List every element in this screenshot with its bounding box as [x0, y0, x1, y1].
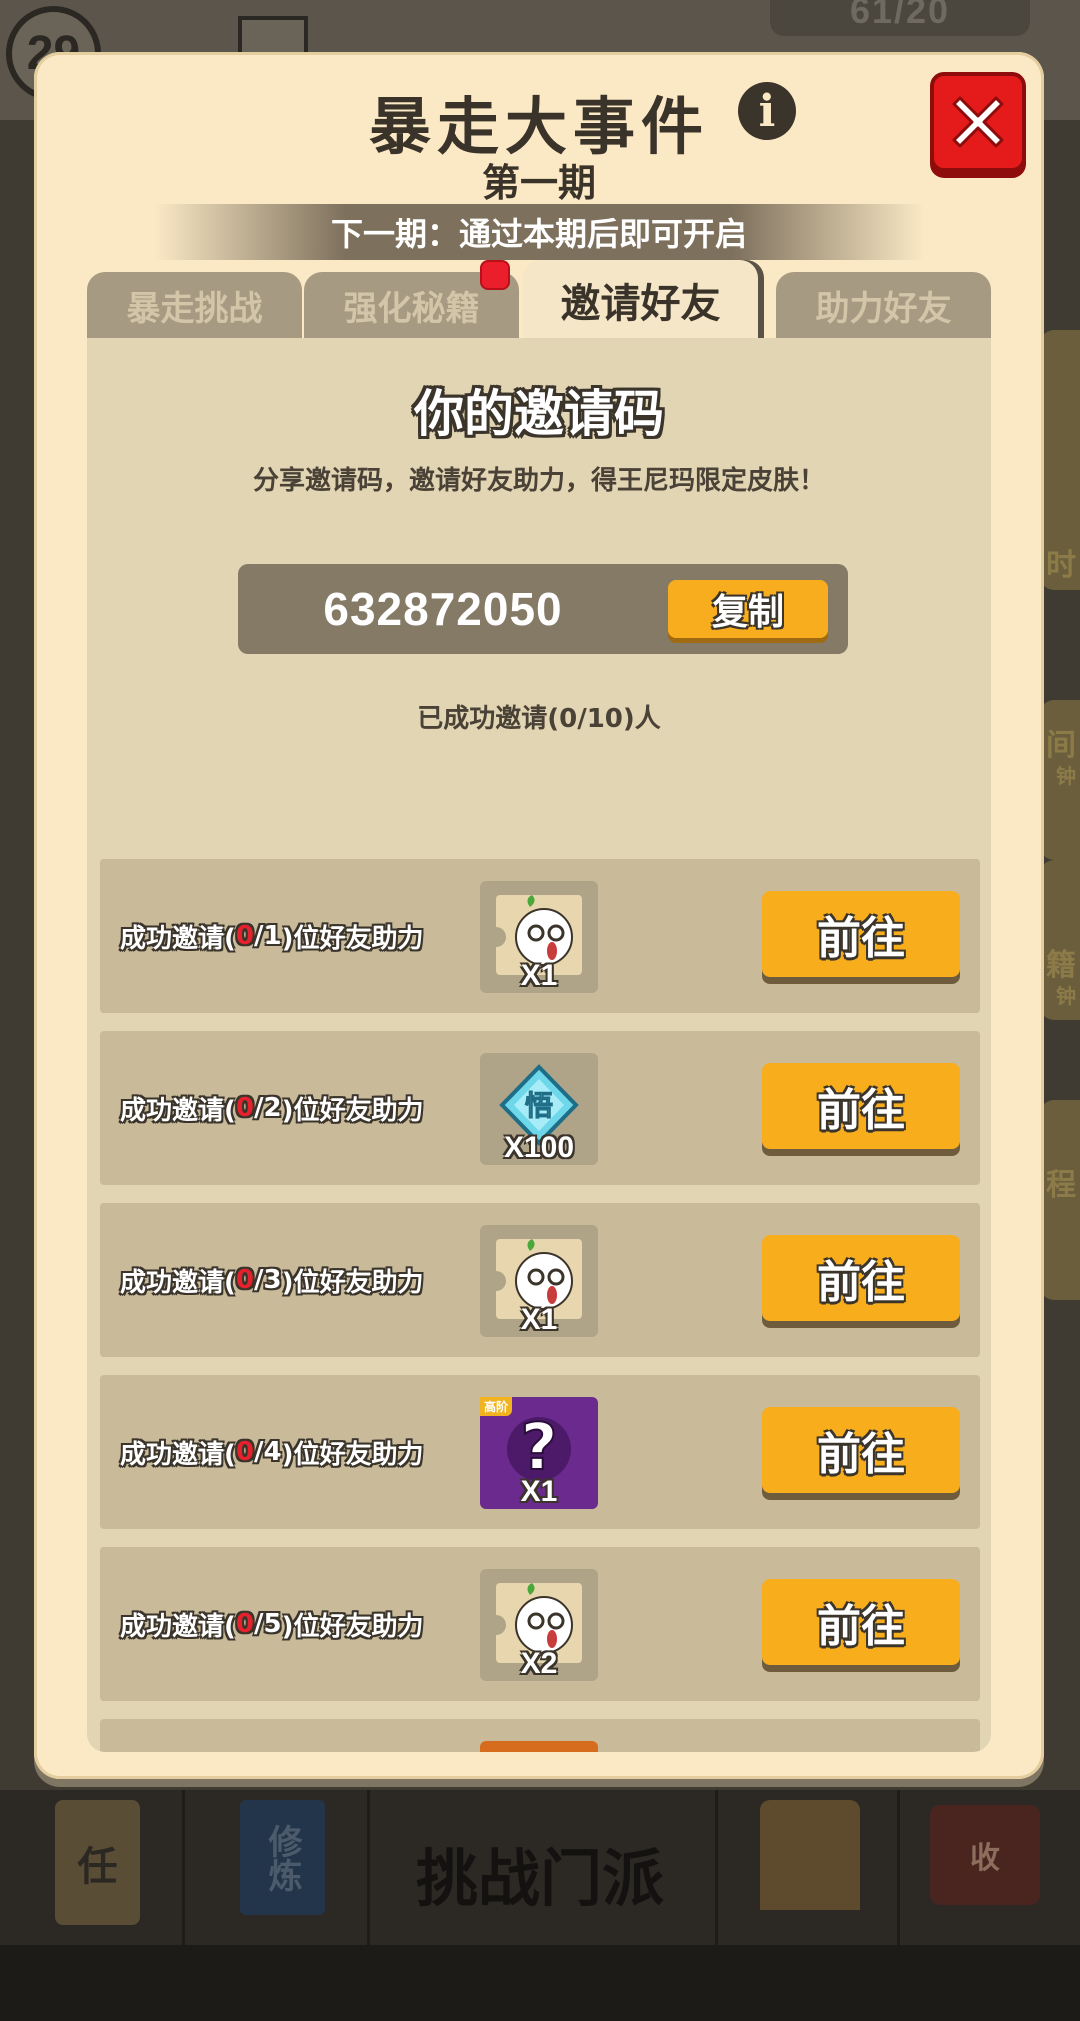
reward-row: 成功邀请(0/3)位好友助力 X1 前往: [100, 1203, 980, 1357]
reward-requirement: 成功邀请(0/5)位好友助力: [120, 1609, 424, 1642]
reward-item[interactable]: X2: [480, 1569, 598, 1681]
reward-row: 成功邀请(0/4)位好友助力 ? 高阶 X1 前往: [100, 1375, 980, 1529]
reward-item[interactable]: X1: [480, 881, 598, 993]
notification-dot: [480, 260, 510, 290]
invite-code: 632872050: [323, 583, 563, 635]
tab-invite-friends[interactable]: 邀请好友: [523, 260, 758, 340]
reward-quantity: X1: [520, 1303, 558, 1336]
reward-row: 成功邀请(0/2)位好友助力 悟 X100 前往: [100, 1031, 980, 1185]
reward-list[interactable]: 成功邀请(0/1)位好友助力 X1 前往 成功邀请(0 /2)位好友助力…: [100, 859, 980, 1752]
reward-quantity: X1: [520, 1475, 558, 1508]
event-modal: 暴走大事件 i 第一期 下一期：通过本期后即可开启 暴走挑战 强化秘籍 邀请好友…: [34, 52, 1044, 1779]
side-label: 时: [1046, 548, 1076, 583]
close-button[interactable]: [930, 72, 1026, 172]
invite-panel: 你的邀请码 分享邀请码，邀请好友助力，得王尼玛限定皮肤！ 632872050 复…: [87, 338, 991, 1752]
go-button[interactable]: 前往: [762, 1407, 960, 1493]
side-label: 钟: [1056, 984, 1076, 1008]
invite-heading: 你的邀请码: [414, 385, 664, 443]
invite-code-box: 632872050 复制: [238, 564, 848, 654]
svg-text:悟: 悟: [525, 1089, 553, 1122]
reward-row: [100, 1719, 980, 1752]
go-button[interactable]: 前往: [762, 891, 960, 977]
invite-description: 分享邀请码，邀请好友助力，得王尼玛限定皮肤！: [252, 466, 825, 496]
stamina-counter: 61/20: [770, 0, 1030, 36]
side-label: 籍: [1046, 948, 1076, 983]
system-nav-bar: [0, 1945, 1080, 2021]
tab-rampage-challenge[interactable]: 暴走挑战: [87, 272, 302, 338]
side-label: 程: [1046, 1168, 1076, 1203]
advanced-tag: 高阶: [480, 1397, 513, 1416]
cultivation-book-icon: 修炼: [240, 1800, 325, 1915]
tab-assist-friends[interactable]: 助力好友: [776, 272, 991, 338]
next-period-banner: 下一期：通过本期后即可开启: [154, 204, 924, 260]
reward-item[interactable]: [480, 1741, 598, 1752]
go-button[interactable]: 前往: [762, 1063, 960, 1149]
copy-button[interactable]: 复制: [668, 580, 828, 638]
invite-success-count: 已成功邀请(0/10)人: [417, 704, 661, 734]
side-label: 间: [1046, 728, 1076, 763]
close-icon: [952, 96, 1004, 148]
reward-requirement: 成功邀请(0/4)位好友助力: [120, 1437, 424, 1470]
info-icon[interactable]: i: [738, 82, 796, 140]
reward-quantity: X1: [520, 959, 558, 992]
go-button[interactable]: 前往: [762, 1579, 960, 1665]
reward-row: 成功邀请(0/5)位好友助力 X2 前往: [100, 1547, 980, 1701]
svg-text:?: ?: [520, 1411, 557, 1485]
reward-item[interactable]: 悟 X100: [480, 1053, 598, 1165]
challenge-sect-label: 挑战门派: [415, 1842, 664, 1915]
task-scroll-icon: 任: [55, 1800, 140, 1925]
reward-requirement: 成功邀请(0/3)位好友助力: [120, 1265, 424, 1298]
shop-icon: 收: [930, 1805, 1040, 1905]
reward-requirement: 成功邀请(0/1)位好友助力: [120, 921, 424, 954]
go-button[interactable]: 前往: [762, 1235, 960, 1321]
side-label: 钟: [1056, 764, 1076, 788]
reward-item[interactable]: ? 高阶 X1: [480, 1397, 598, 1509]
reward-quantity: X2: [520, 1647, 558, 1680]
reward-quantity: X100: [503, 1131, 575, 1164]
reward-requirement: 成功邀请(0/2)位好友助力: [120, 1093, 424, 1126]
tower-icon: [760, 1800, 860, 1910]
modal-subtitle: 第一期: [481, 161, 596, 205]
reward-row: 成功邀请(0/1)位好友助力 X1 前往: [100, 859, 980, 1013]
reward-item[interactable]: X1: [480, 1225, 598, 1337]
